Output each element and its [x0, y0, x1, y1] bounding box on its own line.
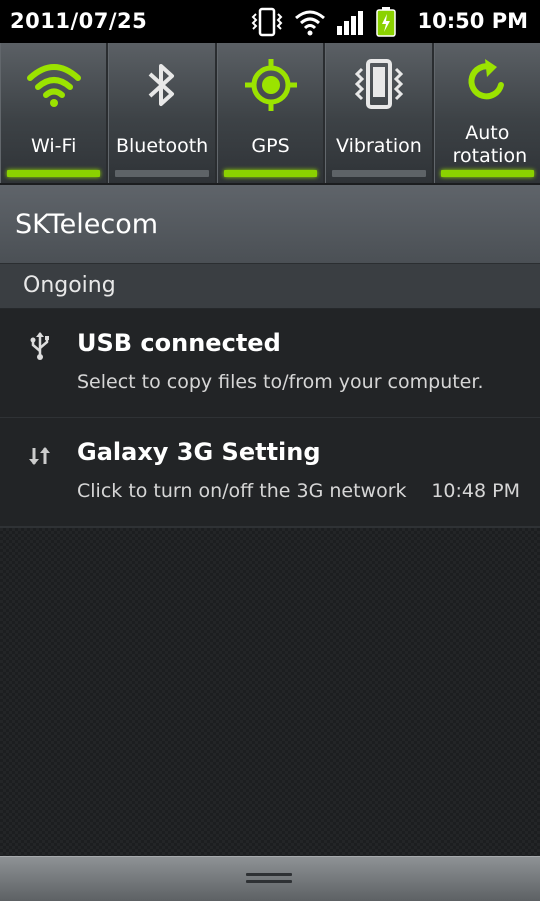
- carrier-bar: SKTelecom: [0, 185, 540, 264]
- vibration-icon: [351, 59, 407, 115]
- wifi-signal-icon: [294, 8, 326, 36]
- status-time: 10:50 PM: [417, 9, 528, 33]
- toggle-vibration[interactable]: Vibration: [325, 43, 434, 183]
- grip-icon: [246, 873, 292, 887]
- section-title: Ongoing: [23, 273, 116, 298]
- toggle-gps-indicator: [223, 170, 318, 177]
- cell-signal-icon: [336, 8, 366, 36]
- toggle-auto-rotation-label: Auto rotation: [452, 122, 528, 167]
- status-date: 2011/07/25: [10, 9, 148, 33]
- notification-text: Select to copy files to/from your comput…: [77, 371, 484, 393]
- wifi-icon: [26, 62, 82, 112]
- notification-time: 10:48 PM: [427, 480, 520, 502]
- auto-rotation-icon: [461, 55, 513, 111]
- carrier-name: SKTelecom: [15, 209, 159, 240]
- notification-galaxy-3g-setting[interactable]: Galaxy 3G Setting Click to turn on/off t…: [0, 418, 540, 528]
- toggle-auto-rotation-indicator: [440, 170, 535, 177]
- toggle-auto-rotation[interactable]: Auto rotation: [433, 43, 540, 183]
- ongoing-section-header: Ongoing: [0, 264, 540, 309]
- toggle-vibration-label: Vibration: [336, 135, 422, 157]
- toggle-bluetooth-label: Bluetooth: [115, 135, 209, 157]
- quick-toggles: Wi-Fi Bluetooth GPS Vibration Auto rotat…: [0, 43, 540, 185]
- usb-icon: [25, 331, 55, 361]
- notification-title: Galaxy 3G Setting: [77, 438, 321, 466]
- bluetooth-icon: [142, 60, 182, 114]
- toggle-wifi-indicator: [7, 170, 101, 177]
- toggle-bluetooth[interactable]: Bluetooth: [108, 43, 217, 183]
- notification-usb-connected[interactable]: USB connected Select to copy files to/fr…: [0, 309, 540, 419]
- toggle-wifi[interactable]: Wi-Fi: [0, 43, 109, 183]
- status-bar: 2011/07/25 10:50 PM: [0, 0, 540, 43]
- toggle-wifi-label: Wi-Fi: [31, 135, 77, 157]
- vibrate-icon: [250, 7, 284, 37]
- status-icons: [250, 6, 396, 38]
- notification-title: USB connected: [77, 329, 281, 357]
- toggle-gps[interactable]: GPS: [216, 43, 326, 183]
- notification-text: Click to turn on/off the 3G network: [77, 480, 407, 502]
- toggle-vibration-indicator: [332, 170, 426, 177]
- notification-empty-area: [0, 528, 540, 856]
- shade-drag-handle[interactable]: [0, 856, 540, 901]
- gps-icon: [243, 57, 299, 117]
- toggle-bluetooth-indicator: [115, 170, 209, 177]
- data-transfer-icon: [25, 440, 55, 470]
- toggle-gps-label: GPS: [251, 135, 290, 157]
- battery-charging-icon: [376, 7, 396, 37]
